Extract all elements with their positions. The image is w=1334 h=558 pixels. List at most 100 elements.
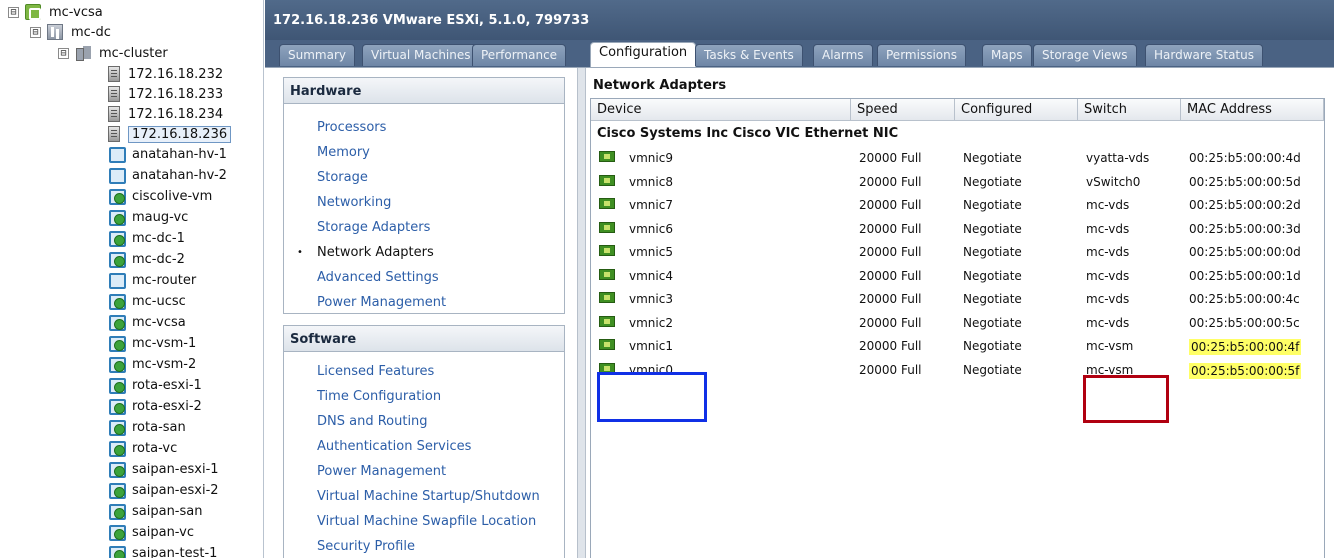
tab-maps[interactable]: Maps <box>982 44 1032 66</box>
tree-node-vm[interactable]: ciscolive-vm <box>108 186 212 206</box>
software-panel-title: Software <box>284 326 564 352</box>
software-link-licensed-features[interactable]: Licensed Features <box>317 364 434 379</box>
tree-node-host[interactable]: 172.16.18.234 <box>108 104 223 124</box>
tree-node-cluster[interactable]: ⊟ mc-cluster <box>58 43 168 63</box>
software-link-power-management[interactable]: Power Management <box>317 464 446 479</box>
tree-node-vm[interactable]: saipan-san <box>108 501 202 521</box>
tab-tasks-events[interactable]: Tasks & Events <box>695 44 803 66</box>
hardware-link-storage[interactable]: Storage <box>317 170 368 185</box>
cell-device: vmnic4 <box>629 268 673 283</box>
table-row[interactable]: vmnic1 20000 Full Negotiate mc-vsm 00:25:b5:… <box>591 335 1324 358</box>
tree-node-vm[interactable]: saipan-vc <box>108 522 194 542</box>
software-link-authentication-services[interactable]: Authentication Services <box>317 439 471 454</box>
vm-powered-on-icon <box>108 188 126 205</box>
tree-node-label: mc-dc-2 <box>132 251 185 267</box>
tab-summary[interactable]: Summary <box>279 44 355 66</box>
table-row[interactable]: vmnic3 20000 Full Negotiate mc-vds 00:25:b5:… <box>591 288 1324 311</box>
hardware-link-networking[interactable]: Networking <box>317 195 391 210</box>
tree-node-vm[interactable]: mc-vsm-1 <box>108 333 196 353</box>
table-empty-area <box>591 429 1324 558</box>
tree-node-vm[interactable]: anatahan-hv-2 <box>108 165 227 185</box>
vm-powered-on-icon <box>108 314 126 331</box>
column-header-device[interactable]: Device <box>591 99 851 121</box>
page-title: 172.16.18.236 VMware ESXi, 5.1.0, 799733 <box>273 13 590 28</box>
pane-splitter[interactable] <box>577 68 586 558</box>
table-row[interactable]: vmnic7 20000 Full Negotiate mc-vds 00:25:b5:… <box>591 194 1324 217</box>
collapse-icon[interactable]: ⊟ <box>8 6 19 18</box>
cell-mac: 00:25:b5:00:00:4d <box>1189 151 1301 165</box>
cell-speed: 20000 Full <box>859 268 922 283</box>
vm-powered-on-icon <box>108 356 126 373</box>
collapse-icon[interactable]: ⊟ <box>30 26 41 38</box>
table-row[interactable]: vmnic6 20000 Full Negotiate mc-vds 00:25:b5:… <box>591 218 1324 241</box>
hardware-link-memory[interactable]: Memory <box>317 145 370 160</box>
vm-powered-on-icon <box>108 398 126 415</box>
inventory-tree[interactable]: ⊟ mc-vcsa ⊟ mc-dc ⊟ mc-cluster 172.16.18… <box>0 0 264 558</box>
network-adapter-icon <box>599 339 615 350</box>
tree-node-label: mc-vcsa <box>49 4 103 20</box>
hardware-link-storage-adapters[interactable]: Storage Adapters <box>317 220 430 235</box>
tree-node-label: anatahan-hv-1 <box>132 146 227 162</box>
tree-node-vm[interactable]: mc-vcsa <box>108 312 186 332</box>
host-icon <box>108 106 120 122</box>
hardware-link-network-adapters[interactable]: Network Adapters <box>317 245 434 260</box>
tree-node-vm[interactable]: rota-esxi-2 <box>108 396 202 416</box>
tab-virtual-machines[interactable]: Virtual Machines <box>362 44 480 66</box>
tree-node-label: maug-vc <box>132 209 189 225</box>
software-link-security-profile[interactable]: Security Profile <box>317 539 415 554</box>
tree-node-host[interactable]: 172.16.18.233 <box>108 84 223 104</box>
tree-node-label: rota-san <box>132 419 186 435</box>
tree-node-vm[interactable]: maug-vc <box>108 207 188 227</box>
vm-icon <box>108 167 126 184</box>
tree-node-label: mc-cluster <box>99 45 168 61</box>
hardware-link-advanced-settings[interactable]: Advanced Settings <box>317 270 439 285</box>
hardware-link-power-management[interactable]: Power Management <box>317 295 446 310</box>
table-row[interactable]: vmnic5 20000 Full Negotiate mc-vds 00:25:b5:… <box>591 241 1324 264</box>
tree-node-vm[interactable]: rota-esxi-1 <box>108 375 202 395</box>
column-header-configured[interactable]: Configured <box>955 99 1078 121</box>
cell-speed: 20000 Full <box>859 339 922 353</box>
tab-configuration[interactable]: Configuration <box>590 42 697 67</box>
tree-node-vm[interactable]: saipan-esxi-2 <box>108 480 219 500</box>
tree-node-vm[interactable]: anatahan-hv-1 <box>108 144 227 164</box>
current-item-bullet: • <box>297 247 303 258</box>
tree-node-vm[interactable]: saipan-test-1 <box>108 543 217 558</box>
network-adapter-icon <box>599 315 615 327</box>
tree-node-label: mc-ucsc <box>132 293 186 309</box>
column-header-mac-address[interactable]: MAC Address <box>1181 99 1324 121</box>
tab-alarms[interactable]: Alarms <box>813 44 873 66</box>
hardware-link-processors[interactable]: Processors <box>317 120 386 135</box>
software-link-time-configuration[interactable]: Time Configuration <box>317 389 441 404</box>
collapse-icon[interactable]: ⊟ <box>58 47 69 59</box>
tree-node-vm[interactable]: saipan-esxi-1 <box>108 459 219 479</box>
tree-node-label: rota-esxi-2 <box>132 398 202 414</box>
tree-node-host[interactable]: 172.16.18.236 <box>108 124 232 144</box>
tree-node-datacenter[interactable]: ⊟ mc-dc <box>30 22 111 42</box>
column-header-speed[interactable]: Speed <box>851 99 955 121</box>
software-link-dns-and-routing[interactable]: DNS and Routing <box>317 414 428 429</box>
cell-mac: 00:25:b5:00:00:3d <box>1189 221 1301 236</box>
tree-node-vm[interactable]: mc-ucsc <box>108 291 186 311</box>
tab-performance[interactable]: Performance <box>472 44 567 66</box>
table-row[interactable]: vmnic2 20000 Full Negotiate mc-vds 00:25:b5:… <box>591 312 1324 335</box>
table-row[interactable]: vmnic4 20000 Full Negotiate mc-vds 00:25:b5:… <box>591 265 1324 288</box>
tree-node-vm[interactable]: rota-san <box>108 417 186 437</box>
software-link-virtual-machine-swapfile-location[interactable]: Virtual Machine Swapfile Location <box>317 514 536 529</box>
column-header-switch[interactable]: Switch <box>1078 99 1181 121</box>
table-row[interactable]: vmnic9 20000 Full Negotiate vyatta-vds 00:25… <box>591 147 1324 170</box>
tree-node-vm[interactable]: rota-vc <box>108 438 177 458</box>
tree-node-vm[interactable]: mc-dc-1 <box>108 228 185 248</box>
cell-switch: mc-vds <box>1086 315 1130 330</box>
tab-storage-views[interactable]: Storage Views <box>1033 44 1137 66</box>
cell-switch: vSwitch0 <box>1086 174 1141 189</box>
table-row[interactable]: vmnic8 20000 Full Negotiate vSwitch0 00:25:b… <box>591 171 1324 194</box>
tab-hardware-status[interactable]: Hardware Status <box>1145 44 1263 66</box>
tree-node-vm[interactable]: mc-vsm-2 <box>108 354 196 374</box>
tree-node-vcenter[interactable]: ⊟ mc-vcsa <box>8 2 103 22</box>
software-link-virtual-machine-startup-shutdown[interactable]: Virtual Machine Startup/Shutdown <box>317 489 540 504</box>
tree-node-vm[interactable]: mc-router <box>108 270 196 290</box>
tree-node-host[interactable]: 172.16.18.232 <box>108 64 223 84</box>
tree-node-vm[interactable]: mc-dc-2 <box>108 249 185 269</box>
network-adapter-icon <box>599 221 615 233</box>
tab-permissions[interactable]: Permissions <box>877 44 966 66</box>
